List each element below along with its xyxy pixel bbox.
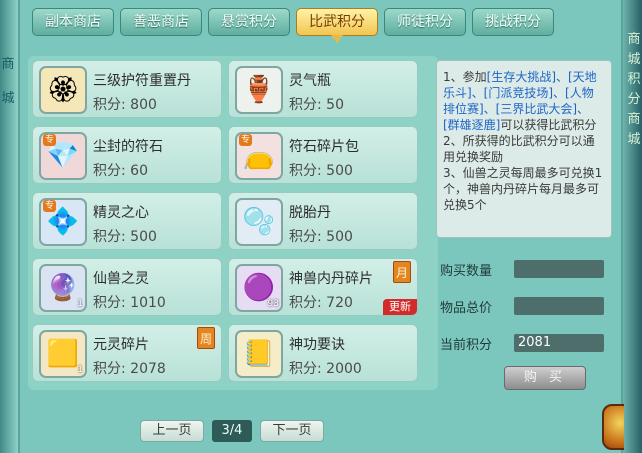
- shop-item-card[interactable]: 💎 专 尘封的符石 积分: 60: [32, 126, 222, 184]
- item-name: 神功要诀: [289, 337, 345, 353]
- item-count-badge: 93: [267, 299, 279, 309]
- current-points-value: 2081: [514, 334, 604, 352]
- item-points: 积分: 60: [93, 163, 148, 179]
- item-points: 积分: 2000: [289, 361, 362, 377]
- item-points: 积分: 1010: [93, 295, 166, 311]
- tab-arena-points[interactable]: 比武积分: [296, 8, 378, 43]
- item-name: 精灵之心: [93, 205, 149, 221]
- yuanling-shard-icon: 🟨 1: [39, 330, 87, 378]
- item-points: 积分: 800: [93, 97, 157, 113]
- right-side-strip: 商 城 积 分 商 城: [624, 0, 642, 453]
- points-shop-panel: 副本商店 善恶商店 悬赏积分 比武积分 师徒积分 挑战积分 🏵 三级护符重置丹 …: [18, 0, 642, 453]
- item-points: 积分: 2078: [93, 361, 166, 377]
- buy-button[interactable]: 购 买: [504, 366, 586, 390]
- shop-item-card[interactable]: 🔮 1 仙兽之灵 积分: 1010: [32, 258, 222, 316]
- item-points: 积分: 500: [93, 229, 157, 245]
- shop-item-card[interactable]: 📒 神功要诀 积分: 2000: [228, 324, 418, 382]
- current-points-row: 当前积分 2081: [440, 332, 612, 354]
- tab-mentor-points[interactable]: 师徒积分: [384, 8, 466, 36]
- shop-item-card[interactable]: 👝 专 符石碎片包 积分: 500: [228, 126, 418, 184]
- secret-manual-book-icon: 📒: [235, 330, 283, 378]
- exclusive-badge: 专: [43, 200, 57, 212]
- spirit-vase-icon: 🏺: [235, 66, 283, 114]
- item-points: 积分: 500: [289, 163, 353, 179]
- item-glyph: 🔮: [46, 273, 80, 303]
- pagination: 上一页 3/4 下一页: [140, 420, 324, 442]
- item-points: 积分: 720: [289, 295, 353, 311]
- tab-karma-shop[interactable]: 善恶商店: [120, 8, 202, 36]
- exclusive-badge: 专: [43, 134, 57, 146]
- item-name: 符石碎片包: [289, 139, 359, 155]
- rune-fragment-bag-icon: 👝 专: [235, 132, 283, 180]
- sealed-rune-stone-icon: 💎 专: [39, 132, 87, 180]
- monthly-limit-tag: 月: [393, 261, 411, 283]
- prev-page-button[interactable]: 上一页: [140, 420, 204, 442]
- quantity-label: 购买数量: [440, 263, 493, 279]
- right-side-points-mall-label: 商 城 积 分 商 城: [627, 32, 641, 147]
- update-badge: 更新: [383, 299, 417, 315]
- tab-challenge-points[interactable]: 挑战积分: [472, 8, 554, 36]
- page-indicator: 3/4: [212, 420, 252, 442]
- item-name: 尘封的符石: [93, 139, 163, 155]
- spirit-heart-icon: 💠 专: [39, 198, 87, 246]
- rules-description: 1、参加[生存大挑战]、[天地乐斗]、[门派竞技场]、[人物排位赛]、[三界比武…: [436, 60, 612, 238]
- left-side-strip: 商 城: [0, 0, 18, 453]
- item-name: 三级护符重置丹: [93, 73, 191, 89]
- item-grid: 🏵 三级护符重置丹 积分: 800 🏺 灵气瓶 积分: 50 💎 专 尘封的符石…: [28, 56, 438, 390]
- item-name: 仙兽之灵: [93, 271, 149, 287]
- shop-item-card[interactable]: 💠 专 精灵之心 积分: 500: [32, 192, 222, 250]
- total-price-row: 物品总价: [440, 295, 612, 317]
- item-count-badge: 1: [77, 299, 83, 309]
- quantity-input[interactable]: [514, 260, 604, 278]
- item-name: 脱胎丹: [289, 205, 331, 221]
- celestial-beast-orb-icon: 🔮 1: [39, 264, 87, 312]
- purchase-form: 购买数量 物品总价 当前积分 2081: [440, 258, 612, 369]
- item-name: 灵气瓶: [289, 73, 331, 89]
- next-page-button[interactable]: 下一页: [260, 420, 324, 442]
- shop-item-card[interactable]: 🫧 脱胎丹 积分: 500: [228, 192, 418, 250]
- shop-tab-bar: 副本商店 善恶商店 悬赏积分 比武积分 师徒积分 挑战积分: [32, 8, 554, 43]
- shop-item-card[interactable]: 🟣 93 神兽内丹碎片 积分: 720 月 更新: [228, 258, 418, 316]
- quantity-row: 购买数量: [440, 258, 612, 280]
- item-points: 积分: 50: [289, 97, 344, 113]
- tab-bounty-points[interactable]: 悬赏积分: [208, 8, 290, 36]
- item-name: 元灵碎片: [93, 337, 149, 353]
- shop-item-card[interactable]: 🏺 灵气瓶 积分: 50: [228, 60, 418, 118]
- divine-beast-core-shard-icon: 🟣 93: [235, 264, 283, 312]
- weekly-limit-tag: 周: [197, 327, 215, 349]
- tab-dungeon-shop[interactable]: 副本商店: [32, 8, 114, 36]
- item-count-badge: 1: [77, 365, 83, 375]
- item-points: 积分: 500: [289, 229, 353, 245]
- exclusive-badge: 专: [239, 134, 253, 146]
- current-points-label: 当前积分: [440, 337, 493, 353]
- item-name: 神兽内丹碎片: [289, 271, 373, 287]
- total-price-field: [514, 297, 604, 315]
- left-side-mall-label: 商 城: [1, 57, 15, 106]
- item-glyph: 🟨: [46, 339, 80, 369]
- shop-item-card[interactable]: 🏵 三级护符重置丹 积分: 800: [32, 60, 222, 118]
- rebirth-pill-icon: 🫧: [235, 198, 283, 246]
- shop-item-card[interactable]: 🟨 1 元灵碎片 积分: 2078 周: [32, 324, 222, 382]
- golden-amulet-pill-icon: 🏵: [39, 66, 87, 114]
- total-price-label: 物品总价: [440, 300, 493, 316]
